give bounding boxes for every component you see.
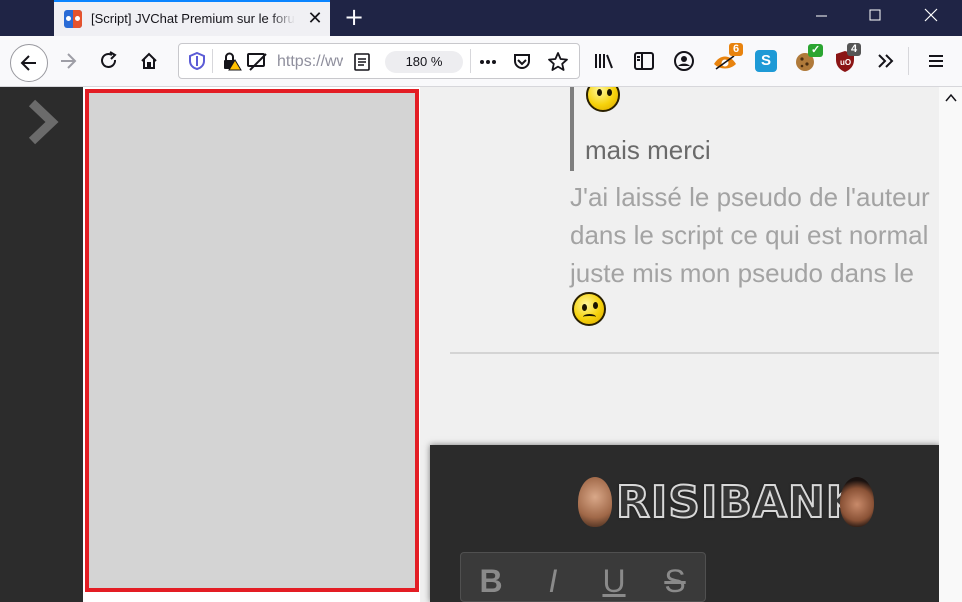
forward-button[interactable] bbox=[52, 45, 84, 77]
arrow-right-icon bbox=[61, 53, 77, 69]
scroll-up-arrow-icon[interactable] bbox=[945, 93, 957, 103]
library-icon bbox=[595, 54, 613, 69]
hamburger-menu-icon bbox=[929, 55, 943, 67]
minimize-icon bbox=[816, 15, 827, 17]
cookie-extension-button[interactable]: ✓ bbox=[789, 44, 824, 77]
arrow-left-icon bbox=[20, 55, 36, 71]
chevron-double-right-icon bbox=[878, 54, 894, 68]
reader-view-icon[interactable] bbox=[354, 53, 370, 71]
extension-button-6[interactable]: 6 bbox=[709, 43, 743, 77]
bold-button[interactable]: B bbox=[471, 561, 511, 601]
library-button[interactable] bbox=[588, 45, 620, 77]
message-line: J'ai laissé le pseudo de l'auteur bbox=[570, 182, 930, 212]
reload-icon bbox=[101, 51, 117, 68]
underline-button[interactable]: U bbox=[594, 561, 634, 601]
face-left-icon bbox=[578, 477, 612, 527]
tracking-shield-icon[interactable] bbox=[188, 52, 206, 70]
sidebar-icon bbox=[634, 52, 654, 70]
risibank-logo[interactable]: RISIBANK bbox=[578, 473, 888, 533]
navigation-toolbar: https://www.jeuxvideo.com 180 % 6 S ✓ uO… bbox=[0, 36, 962, 87]
svg-text:uO: uO bbox=[840, 58, 851, 67]
new-tab-button[interactable]: + bbox=[340, 3, 368, 31]
url-bar[interactable]: https://www.jeuxvideo.com 180 % bbox=[178, 43, 580, 79]
quoted-text: mais merci bbox=[585, 135, 711, 165]
collapsed-sidebar bbox=[0, 87, 83, 602]
risibank-logo-text: RISIBANK bbox=[615, 476, 861, 529]
extension-badge: 6 bbox=[729, 43, 743, 56]
highlighted-region bbox=[85, 89, 419, 592]
message-line: juste mis mon pseudo dans le bbox=[570, 258, 914, 288]
maximize-window-button[interactable] bbox=[852, 0, 898, 32]
extension-badge: 4 bbox=[847, 43, 861, 56]
pocket-icon[interactable] bbox=[512, 52, 532, 72]
skype-icon: S bbox=[755, 50, 777, 72]
smiley-icon bbox=[586, 87, 620, 112]
insecure-lock-icon[interactable] bbox=[222, 52, 242, 72]
url-text[interactable]: https://www.jeuxvideo.com bbox=[277, 53, 343, 71]
home-button[interactable] bbox=[133, 45, 165, 77]
maximize-icon bbox=[869, 9, 881, 21]
account-button[interactable] bbox=[668, 45, 700, 77]
face-right-icon bbox=[840, 477, 874, 527]
quote-border bbox=[570, 87, 574, 171]
app-menu-button[interactable] bbox=[920, 45, 952, 77]
permissions-icon[interactable] bbox=[246, 51, 268, 73]
message-line: dans le script ce qui est normal bbox=[570, 220, 929, 250]
home-icon bbox=[141, 52, 157, 69]
skype-extension-button[interactable]: S bbox=[750, 45, 782, 77]
reload-button[interactable] bbox=[93, 45, 125, 77]
extension-badge: ✓ bbox=[808, 44, 824, 57]
account-icon bbox=[674, 51, 694, 71]
bookmark-star-icon[interactable] bbox=[547, 51, 569, 73]
tab-active[interactable]: [Script] JVChat Premium sur le forum ✕ bbox=[54, 0, 330, 36]
page-actions-icon[interactable] bbox=[478, 52, 498, 72]
chevron-right-icon[interactable] bbox=[26, 99, 60, 145]
risibank-editor-panel: RISIBANK B I U S bbox=[430, 445, 940, 602]
format-toolbar: B I U S bbox=[460, 552, 706, 602]
close-tab-icon[interactable]: ✕ bbox=[304, 8, 326, 30]
strikethrough-button[interactable]: S bbox=[655, 561, 695, 601]
sad-smiley-icon bbox=[572, 292, 606, 326]
site-favicon-icon bbox=[64, 10, 82, 28]
message-divider bbox=[450, 352, 940, 354]
italic-button[interactable]: I bbox=[533, 561, 573, 601]
minimize-window-button[interactable] bbox=[798, 0, 844, 32]
close-icon bbox=[924, 8, 938, 22]
back-button[interactable] bbox=[10, 44, 48, 82]
more-extensions-button[interactable] bbox=[870, 45, 902, 77]
zoom-level-button[interactable]: 180 % bbox=[385, 51, 463, 73]
tab-title: [Script] JVChat Premium sur le forum bbox=[91, 11, 295, 26]
vertical-scrollbar[interactable] bbox=[939, 87, 962, 602]
message-content: mais merci J'ai laissé le pseudo de l'au… bbox=[420, 87, 940, 602]
title-bar: [Script] JVChat Premium sur le forum ✕ + bbox=[0, 0, 962, 36]
sidebar-toggle-button[interactable] bbox=[628, 45, 660, 77]
close-window-button[interactable] bbox=[908, 0, 954, 32]
ublock-extension-button[interactable]: uO 4 bbox=[829, 43, 861, 77]
